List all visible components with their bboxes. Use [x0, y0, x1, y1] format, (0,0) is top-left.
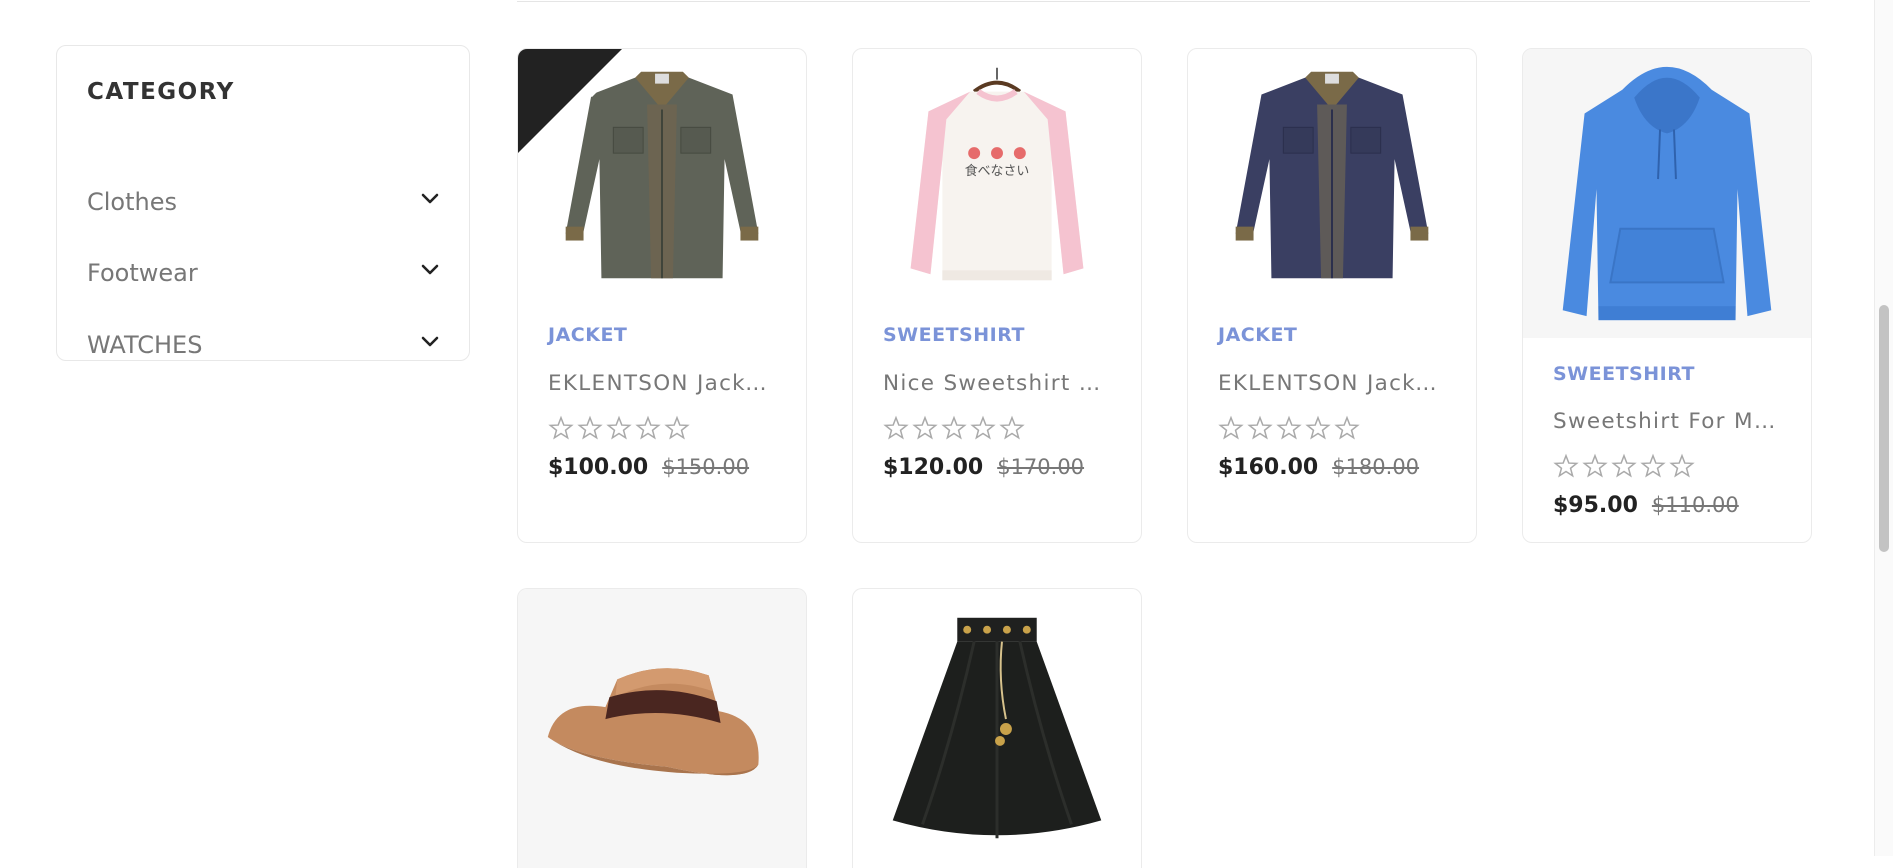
- vertical-scrollbar[interactable]: [1874, 0, 1893, 856]
- category-item-label: Footwear: [87, 259, 198, 287]
- product-title[interactable]: EKLENTSON Jacket For Men: [548, 371, 778, 396]
- star-outline-icon: [1218, 415, 1244, 440]
- sweatshirt-print: 食べなさい: [965, 163, 1030, 179]
- product-title[interactable]: Sweetshirt For Men: [1553, 409, 1783, 434]
- price-row: $100.00 $150.00: [548, 455, 749, 480]
- star-outline-icon: [1640, 453, 1666, 478]
- product-image-black-skirt[interactable]: [853, 589, 1141, 868]
- sale-badge: SALE: [518, 49, 622, 153]
- star-outline-icon: [970, 415, 996, 440]
- scrollbar-thumb[interactable]: [1879, 305, 1889, 552]
- product-category[interactable]: SWEETSHIRT: [1553, 363, 1695, 385]
- chevron-down-icon[interactable]: [419, 259, 441, 281]
- rating-stars: [1218, 415, 1360, 441]
- category-item-clothes[interactable]: Clothes: [87, 182, 441, 222]
- star-outline-icon: [606, 415, 632, 440]
- product-category[interactable]: SWEETSHIRT: [883, 324, 1025, 346]
- divider: [517, 1, 1810, 2]
- original-price: $150.00: [662, 455, 750, 479]
- current-price: $95.00: [1553, 493, 1638, 518]
- product-image-pink-sweatshirt[interactable]: 食べなさい: [853, 49, 1141, 299]
- price-row: $160.00 $180.00: [1218, 455, 1419, 480]
- product-image-navy-jacket[interactable]: [1188, 49, 1476, 299]
- original-price: $110.00: [1651, 493, 1739, 517]
- rating-stars: [1553, 453, 1695, 479]
- star-outline-icon: [1582, 453, 1608, 478]
- chevron-down-icon[interactable]: [419, 331, 441, 353]
- category-item-watches[interactable]: WATCHES: [87, 325, 441, 365]
- category-item-footwear[interactable]: Footwear: [87, 253, 441, 293]
- price-row: $120.00 $170.00: [883, 455, 1084, 480]
- star-outline-icon: [577, 415, 603, 440]
- rating-stars: [883, 415, 1025, 441]
- star-outline-icon: [1247, 415, 1273, 440]
- original-price: $180.00: [1332, 455, 1420, 479]
- product-card[interactable]: [517, 588, 807, 868]
- star-outline-icon: [941, 415, 967, 440]
- star-outline-icon: [883, 415, 909, 440]
- current-price: $160.00: [1218, 455, 1319, 480]
- product-card[interactable]: JACKET EKLENTSON Jacket For Men $160.00 …: [1187, 48, 1477, 543]
- star-outline-icon: [1276, 415, 1302, 440]
- price-row: $95.00 $110.00: [1553, 493, 1739, 518]
- star-outline-icon: [1669, 453, 1695, 478]
- star-outline-icon: [1611, 453, 1637, 478]
- current-price: $120.00: [883, 455, 984, 480]
- star-outline-icon: [1305, 415, 1331, 440]
- category-item-label: Clothes: [87, 188, 177, 216]
- category-item-label: WATCHES: [87, 331, 203, 359]
- star-outline-icon: [664, 415, 690, 440]
- star-outline-icon: [635, 415, 661, 440]
- sidebar-title: CATEGORY: [87, 79, 235, 105]
- product-category[interactable]: JACKET: [1218, 324, 1297, 346]
- rating-stars: [548, 415, 690, 441]
- chevron-down-icon[interactable]: [419, 188, 441, 210]
- product-card[interactable]: [852, 588, 1142, 868]
- product-title[interactable]: Nice Sweetshirt For Women: [883, 371, 1113, 396]
- product-card[interactable]: SWEETSHIRT Sweetshirt For Men $95.00 $11…: [1522, 48, 1812, 543]
- product-image-blue-hoodie[interactable]: [1523, 49, 1811, 338]
- original-price: $170.00: [997, 455, 1085, 479]
- product-card[interactable]: SALE JACKET EKLENTSON Jacket For Men $10…: [517, 48, 807, 543]
- star-outline-icon: [999, 415, 1025, 440]
- star-outline-icon: [1334, 415, 1360, 440]
- product-card[interactable]: 食べなさい SWEETSHIRT Nice Sweetshirt For Wom…: [852, 48, 1142, 543]
- star-outline-icon: [548, 415, 574, 440]
- product-image-brown-fedora-hat[interactable]: [518, 589, 806, 868]
- star-outline-icon: [1553, 453, 1579, 478]
- product-category[interactable]: JACKET: [548, 324, 627, 346]
- product-title[interactable]: EKLENTSON Jacket For Men: [1218, 371, 1448, 396]
- star-outline-icon: [912, 415, 938, 440]
- category-sidebar: CATEGORY Clothes Footwear WATCHES: [56, 45, 470, 361]
- current-price: $100.00: [548, 455, 649, 480]
